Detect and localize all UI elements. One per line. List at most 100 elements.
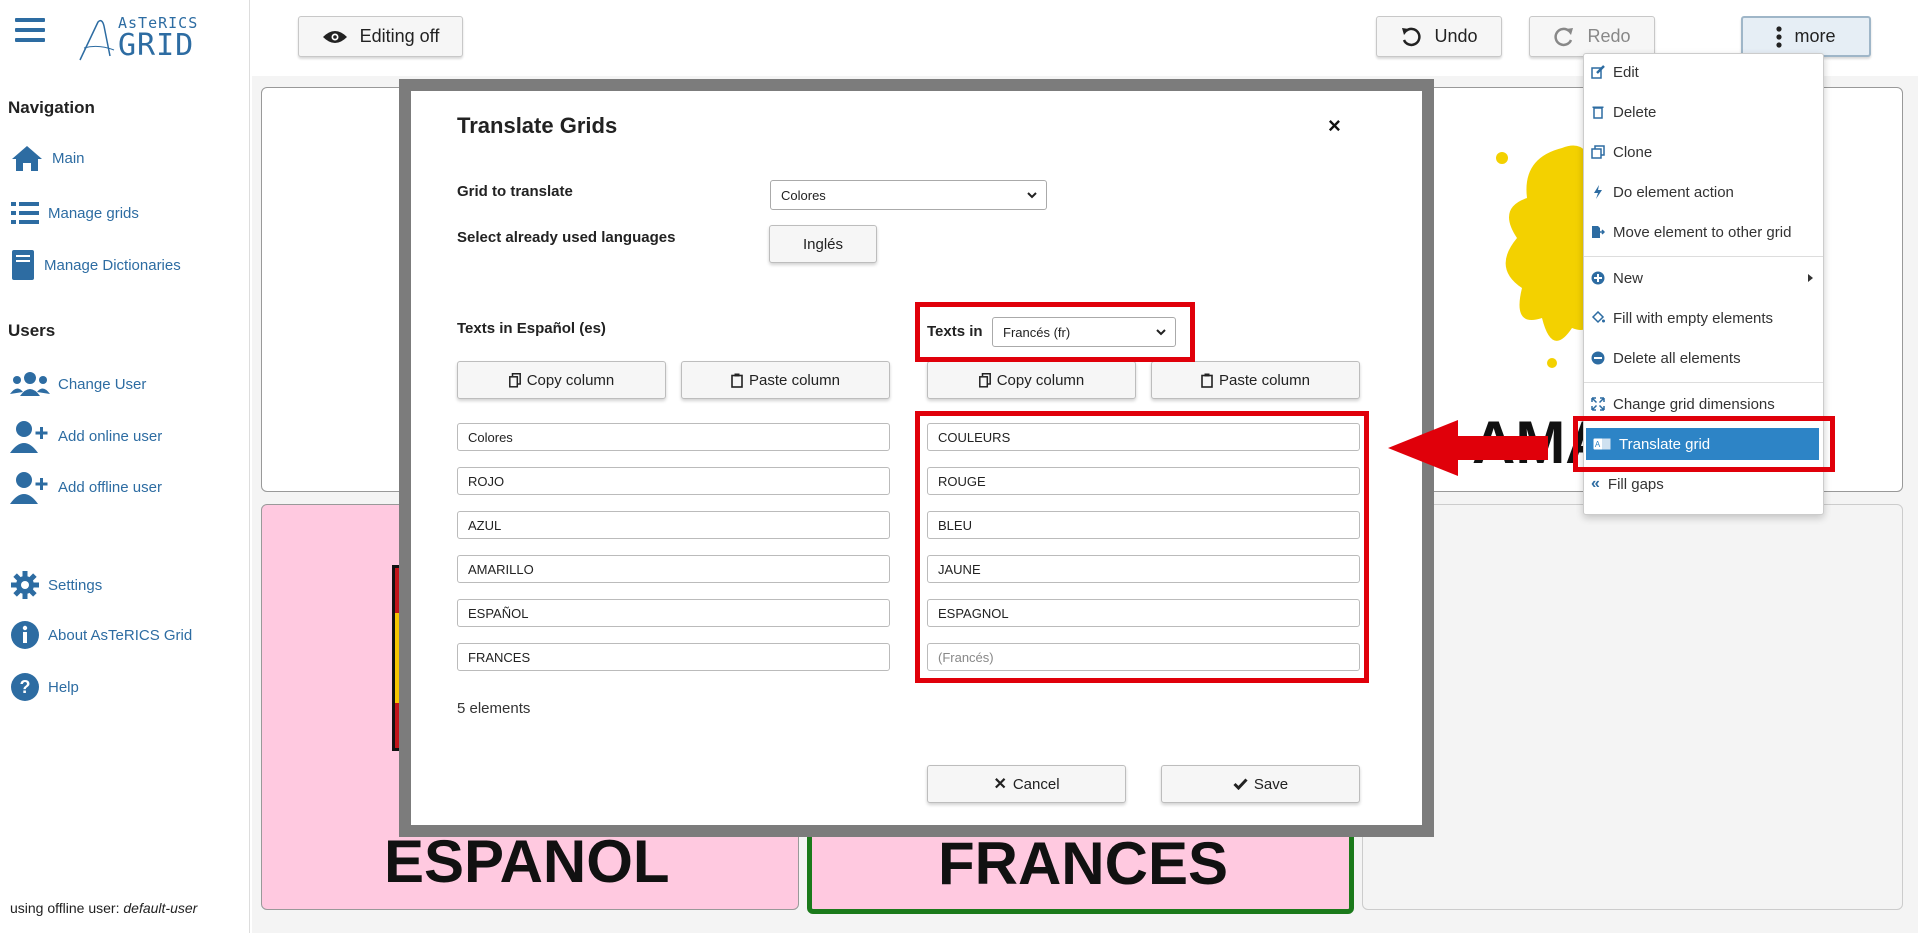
hamburger-menu-icon[interactable] [15,18,45,44]
grid-to-translate-label: Grid to translate [457,183,573,200]
app-logo[interactable]: AsTeRICS GRID [78,14,208,63]
element-count: 5 elements [457,700,531,717]
target-paste-column-button[interactable]: Paste column [1151,361,1360,399]
menu-item-fill-empty[interactable]: Fill with empty elements [1584,302,1823,334]
target-copy-column-button[interactable]: Copy column [927,361,1136,399]
menu-item-clone[interactable]: Clone [1584,136,1823,168]
translate-grids-modal: Translate Grids × Grid to translate Colo… [411,91,1422,825]
translate-icon: A [1593,438,1611,450]
menu-item-label: Clone [1613,143,1653,161]
menu-item-label: Translate grid [1619,435,1711,453]
modal-title: Translate Grids [457,113,618,138]
grid-cell-empty[interactable] [1362,504,1903,910]
close-icon: ✕ [993,776,1007,793]
offline-user-prefix: using offline user: [10,900,120,916]
grid-to-translate-select[interactable]: Colores [770,180,1047,210]
source-paste-column-button[interactable]: Paste column [681,361,890,399]
source-text-input[interactable]: Colores [457,423,890,451]
paint-bucket-icon [1591,311,1605,324]
sidebar-item-about[interactable]: About AsTeRICS Grid [10,620,192,650]
menu-item-edit[interactable]: Edit [1584,56,1823,88]
target-text-input[interactable]: COULEURS [927,423,1360,451]
source-copy-column-button[interactable]: Copy column [457,361,666,399]
copy-icon [508,372,521,388]
target-language-select[interactable]: Francés (fr) [992,317,1176,347]
sidebar-item-manage-grids[interactable]: Manage grids [10,200,139,226]
menu-item-delete[interactable]: Delete [1584,96,1823,128]
navigation-heading: Navigation [8,98,95,117]
sidebar-item-add-online-user[interactable]: Add online user [10,419,162,453]
menu-item-change-dimensions[interactable]: Change grid dimensions [1584,388,1823,420]
cancel-button[interactable]: ✕ Cancel [927,765,1126,803]
undo-button[interactable]: Undo [1376,16,1502,57]
used-languages-label: Select already used languages [457,229,676,246]
redo-button[interactable]: Redo [1529,16,1655,57]
double-chevron-left-icon: « [1591,475,1600,492]
menu-item-label: Fill with empty elements [1613,309,1774,327]
save-button[interactable]: Save [1161,765,1360,803]
target-texts-label: Texts in [927,323,983,340]
clipboard-icon [1201,373,1213,388]
more-button[interactable]: more [1741,16,1871,57]
menu-item-new[interactable]: New [1584,262,1823,294]
svg-text:A: A [1595,440,1601,449]
sidebar-item-settings[interactable]: Settings [10,570,102,600]
sidebar-item-label: Manage Dictionaries [44,256,181,274]
menu-item-move-element[interactable]: Move element to other grid [1584,216,1823,248]
sidebar-item-help[interactable]: ? Help [10,672,79,702]
expand-icon [1591,397,1605,411]
target-text-input[interactable]: ROUGE [927,467,1360,495]
info-icon [11,621,39,649]
menu-item-label: New [1613,269,1644,287]
sidebar-item-label: Add offline user [58,478,162,496]
source-text-input[interactable]: AMARILLO [457,555,890,583]
redo-label: Redo [1587,26,1631,46]
menu-item-label: Do element action [1613,183,1734,201]
menu-item-fill-gaps[interactable]: « Fill gaps [1584,468,1823,500]
list-icon [11,202,39,224]
sidebar-item-label: Change User [58,375,147,393]
target-text-input[interactable]: BLEU [927,511,1360,539]
language-ingles-button[interactable]: Inglés [769,225,877,263]
trash-icon [1592,106,1604,119]
home-icon [12,146,42,171]
menu-item-do-element-action[interactable]: Do element action [1584,176,1823,208]
gear-icon [11,571,39,599]
logo-text-big: GRID [118,28,195,63]
target-text-input[interactable]: JAUNE [927,555,1360,583]
sidebar-item-manage-dictionaries[interactable]: Manage Dictionaries [10,249,181,281]
offline-user-name: default-user [123,900,198,916]
paste-column-label: Paste column [749,371,840,389]
editing-toggle-label: Editing off [359,26,440,46]
source-text-input[interactable]: ESPAÑOL [457,599,890,627]
chevron-down-icon [1027,192,1037,199]
check-icon [1233,778,1248,790]
sidebar-item-main[interactable]: Main [10,143,85,173]
target-text-input[interactable]: ESPAGNOL [927,599,1360,627]
target-text-input-empty[interactable]: (Francés) [927,643,1360,671]
grid-cell-label: FRANCES [938,830,1229,897]
menu-separator [1584,256,1823,257]
grid-cell-label: ESPANOL [384,828,670,895]
submenu-arrow-icon [1808,274,1813,282]
menu-item-label: Move element to other grid [1613,223,1792,241]
menu-item-translate-grid[interactable]: A Translate grid [1586,428,1819,460]
source-text-input[interactable]: AZUL [457,511,890,539]
book-icon [12,250,34,280]
close-icon[interactable]: × [1328,113,1341,139]
source-text-input[interactable]: ROJO [457,467,890,495]
editing-toggle-button[interactable]: Editing off [298,16,463,57]
sidebar-item-label: Settings [48,576,103,594]
menu-item-label: Delete all elements [1613,349,1741,367]
more-label: more [1794,26,1836,46]
save-label: Save [1253,775,1289,793]
sidebar-item-label: Add online user [58,427,163,445]
menu-item-delete-all[interactable]: Delete all elements [1584,342,1823,374]
source-text-input[interactable]: FRANCES [457,643,890,671]
more-vertical-icon [1776,25,1783,48]
chevron-down-icon [1156,329,1166,336]
sidebar-item-label: Help [48,678,79,696]
sidebar-item-change-user[interactable]: Change User [10,370,146,398]
sidebar-item-add-offline-user[interactable]: Add offline user [10,470,162,504]
source-texts-label: Texts in Español (es) [457,320,606,337]
